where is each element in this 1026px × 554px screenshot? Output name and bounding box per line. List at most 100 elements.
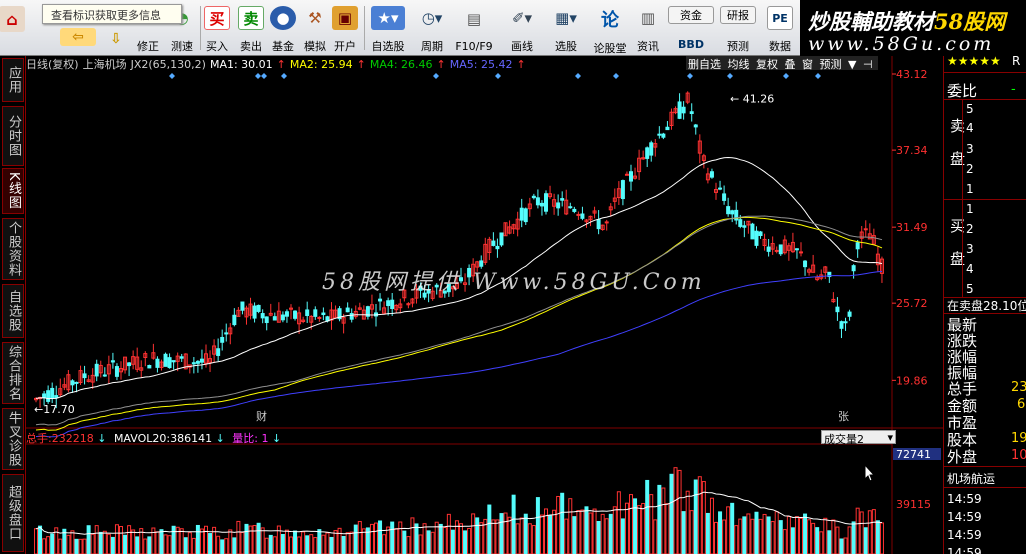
tab-watchlist[interactable]: 自选股 (2, 284, 24, 338)
toolbar-button-period[interactable]: ◷▾ 周期 (412, 6, 452, 54)
volume-bar (260, 527, 265, 554)
candle-body (110, 360, 115, 363)
toolbar-button-f10[interactable]: ▤ F10/F9 (454, 6, 494, 54)
tab-apps[interactable]: 应用 (2, 58, 24, 102)
info-marker-icon (815, 73, 821, 79)
volume-bar (568, 498, 573, 554)
legend-stock-name: 上海机场 (82, 58, 127, 71)
volume-type-label: 成交量2 (824, 433, 864, 446)
volume-bar (576, 510, 581, 554)
toolbar-label: 模拟 (304, 40, 326, 53)
candle-body (42, 393, 47, 398)
tab-diagnosis[interactable]: 牛叉诊股 (2, 408, 24, 470)
ma-toggle-button[interactable]: 均线 (728, 58, 750, 71)
toolbar-button-data[interactable]: PE 数据 (762, 6, 798, 54)
outer-volume-value: 10 (1011, 448, 1026, 463)
volume-bar (641, 502, 646, 554)
toolbar-button-screener[interactable]: ▦▾ 选股 (546, 6, 586, 54)
volume-bar (705, 512, 710, 554)
volume-bar (216, 535, 221, 554)
volume-bar (612, 506, 617, 554)
volume-bar (730, 502, 735, 554)
tab-super-panel[interactable]: 超级盘口 (2, 474, 24, 552)
toolbar-button-report[interactable]: 研报 预测 (718, 6, 758, 54)
candle-body (843, 321, 848, 324)
quote-panel: ★★★★★ R 委比 - 卖盘 5 4 3 2 1 买盘 1 2 3 4 5 在… (943, 54, 1026, 554)
pin-icon[interactable]: ⊣ (863, 58, 873, 71)
forum-icon: 论 (601, 10, 619, 31)
toolbar-button-sell[interactable]: 卖 卖出 (236, 6, 266, 54)
watermark-url: www.58Gu.com (808, 33, 995, 55)
candle-body (665, 126, 670, 131)
rating-stars: ★★★★★ (947, 54, 1001, 68)
candle-body (604, 221, 609, 224)
toolbar-label: 数据 (769, 40, 791, 53)
tab-ranking[interactable]: 综合排名 (2, 342, 24, 404)
volume-bar (645, 479, 650, 554)
sector-name[interactable]: 机场航运 (947, 470, 995, 487)
adjust-button[interactable]: 复权 (756, 58, 778, 71)
info-marker-icon (261, 73, 267, 79)
kline-chart[interactable]: 43.1237.3431.4925.7219.86← 41.26←17.70财张… (26, 56, 943, 554)
tab-stock-info[interactable]: 个股资料 (2, 218, 24, 280)
overlay-button[interactable]: 叠 (785, 58, 796, 71)
remove-watchlist-button[interactable]: 删自选 (688, 58, 721, 71)
volume-type-dropdown[interactable]: 成交量2 ▾ (821, 430, 896, 446)
toolbar-button-simulate[interactable]: ⚒ 模拟 (300, 6, 330, 54)
buy-side-label: 买盘 (948, 218, 966, 284)
toolbar-button-buy[interactable]: 买 买入 (202, 6, 232, 54)
kline-chart-area[interactable]: 43.12 37.34 31.49 25.72 19.86 ← 41.26 ←17.70 财张… (26, 56, 943, 554)
volume-bar (66, 534, 71, 554)
draw-icon: ✐▾ (511, 9, 533, 27)
toolbar-button-forum[interactable]: 论 论股堂 (590, 6, 630, 55)
volume-bar (191, 537, 196, 554)
volume-bar (875, 520, 880, 554)
candle-body (657, 133, 662, 136)
toolbar-button-watchlist[interactable]: ★▾ 自选股 (368, 6, 408, 54)
candle-body (693, 124, 698, 128)
volume-bar (871, 509, 876, 554)
volume-bar (369, 523, 374, 554)
hint-tooltip: 查看标识获取更多信息 (42, 4, 182, 24)
volume-bar (256, 522, 261, 554)
tab-intraday[interactable]: 分时图 (2, 106, 24, 166)
candle-body (232, 314, 237, 326)
toolbar-button-fund[interactable]: ● 基金 (268, 6, 298, 54)
volume-bar (159, 529, 164, 554)
forecast-button[interactable]: 预测 (820, 58, 842, 71)
candle-body (195, 360, 200, 364)
toolbar-button-draw[interactable]: ✐▾ 画线 (500, 6, 544, 54)
volume-bar (831, 519, 836, 554)
volume-bar (734, 525, 739, 554)
field-outer-volume: 外盘 (947, 448, 978, 466)
app-logo-icon[interactable]: ⌂ (0, 6, 25, 54)
chart-toolbar: 删自选 均线 复权 叠 窗 预测 ▼ ⊣ (686, 56, 878, 71)
candle-body (70, 380, 75, 386)
volume-bar (284, 529, 289, 554)
volume-bar (442, 527, 447, 554)
stock-terminal-window: ⌂ ⇦ ⇩ ✎ 修正 ◔ 测速 买 买入 卖 卖出 ● 基金 ⚒ (0, 0, 1026, 554)
watermark-text-b: 58股网 (934, 9, 1006, 34)
volume-bar (649, 494, 654, 554)
tab-kline[interactable]: K线图 (2, 168, 24, 214)
toolbar-button-open-account[interactable]: ▣ 开户 (330, 6, 360, 54)
volume-bar (195, 524, 200, 554)
volume-bar (183, 537, 188, 554)
volume-bar (851, 521, 856, 554)
sell-level: 5 (966, 102, 974, 116)
info-marker-icon (169, 73, 175, 79)
volume-bar (592, 508, 597, 554)
toolbar-button-news[interactable]: ▥ 资讯 (632, 6, 664, 54)
pe-icon: PE (767, 6, 793, 30)
mouse-cursor-icon (864, 463, 876, 482)
toolbar-button-capital[interactable]: 资金 BBD (666, 6, 716, 54)
grid-line (944, 466, 1026, 467)
info-marker-icon (687, 73, 693, 79)
volume-bar (552, 509, 557, 554)
volume-bar (220, 539, 225, 554)
window-button[interactable]: 窗 (802, 58, 813, 71)
volume-total-label: 总手: (26, 432, 52, 445)
chart-menu-dropdown[interactable]: ▼ (848, 58, 856, 71)
back-arrow-icon[interactable]: ⇦ (60, 28, 96, 48)
volume-bar (50, 533, 55, 554)
